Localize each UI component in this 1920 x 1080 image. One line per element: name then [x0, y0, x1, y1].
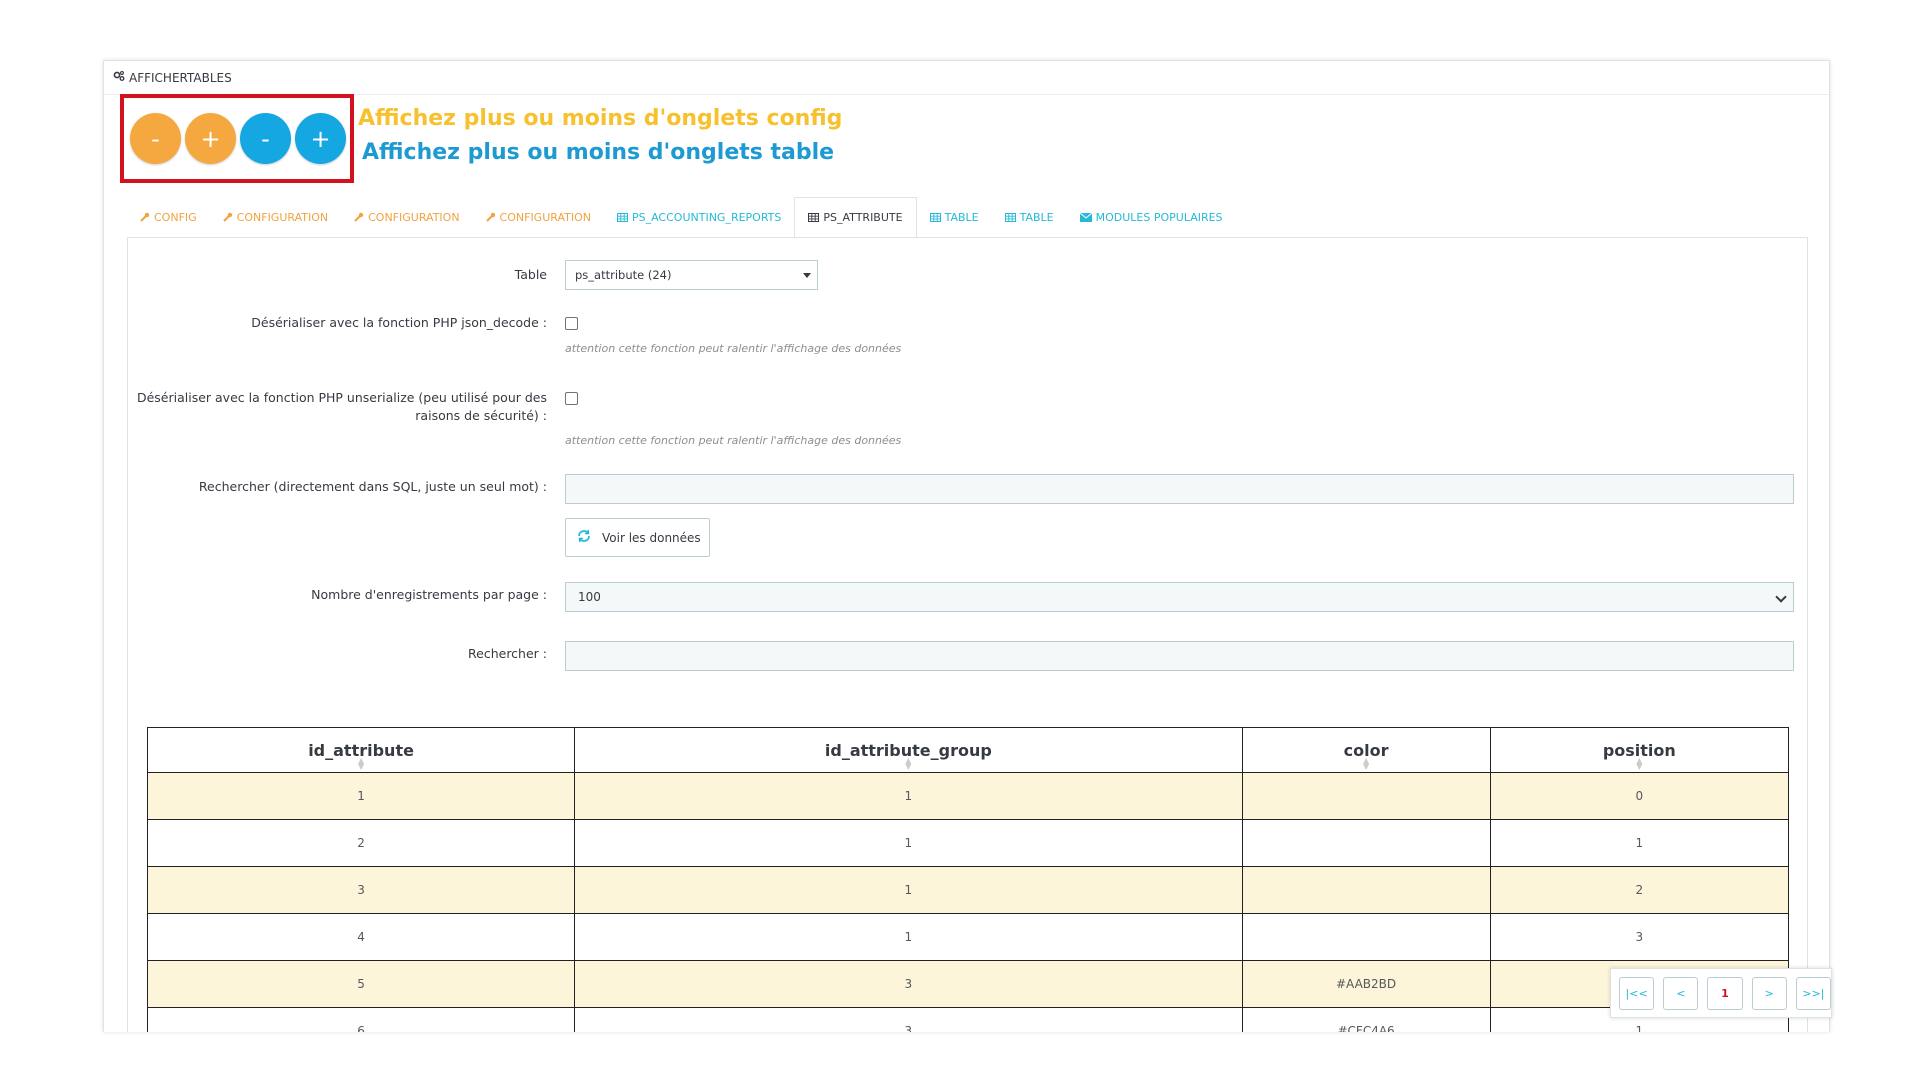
table-cell: 1 [574, 819, 1243, 867]
sort-icon: ▲ ▼ [1363, 756, 1370, 771]
table-cell [1241, 866, 1491, 914]
column-header-id-attribute-group[interactable]: id_attribute_group ▲ ▼ [574, 727, 1243, 773]
tab-ps-attribute[interactable]: PS_ATTRIBUTE [794, 197, 917, 238]
table-cell: 0 [1489, 772, 1790, 820]
table-row: 2 1 1 [146, 819, 1790, 867]
less-table-tabs-button[interactable]: - [240, 113, 291, 164]
table-cell: 3 [574, 960, 1243, 1008]
sql-search-label: Rechercher (directement dans SQL, juste … [198, 479, 547, 494]
wrench-icon [485, 212, 496, 222]
per-page-select[interactable]: 100 [565, 582, 1794, 612]
affichertables-panel: AFFICHERTABLES - + - + Affichez plus ou … [103, 60, 1830, 1032]
column-header-color[interactable]: color ▲ ▼ [1241, 727, 1491, 773]
more-table-tabs-button[interactable]: + [295, 113, 346, 164]
tab-ps-accounting-reports[interactable]: PS_ACCOUNTING_REPORTS [604, 197, 794, 237]
wrench-icon [140, 212, 150, 222]
sql-search-input[interactable] [565, 474, 1794, 504]
table-row: 3 1 2 [146, 866, 1790, 914]
wrench-icon [222, 212, 233, 222]
unserialize-label: Désérialiser avec la fonction PHP unseri… [136, 390, 547, 423]
json-decode-checkbox[interactable] [565, 317, 578, 330]
tab-bar: CONFIG CONFIGURATION CONFIGURATION CONFI… [127, 196, 1236, 238]
prev-page-button[interactable]: < [1663, 976, 1699, 1010]
table-cell: 1 [574, 866, 1243, 914]
unserialize-help: attention cette fonction peut ralentir l… [565, 434, 902, 447]
table-header-row: id_attribute ▲ ▼ id_attribute_group ▲ ▼ co… [146, 727, 1790, 773]
sort-icon: ▲ ▼ [905, 756, 912, 771]
panel-header: AFFICHERTABLES [104, 61, 1829, 95]
json-decode-help: attention cette fonction peut ralentir l… [565, 342, 902, 355]
promo-table-text: Affichez plus ou moins d'onglets table [362, 140, 835, 165]
json-decode-label: Désérialiser avec la fonction PHP json_d… [251, 315, 547, 330]
table-row: 1 1 0 [146, 772, 1790, 820]
tab-configuration-1[interactable]: CONFIGURATION [210, 197, 341, 237]
table-cell: 2 [146, 819, 576, 867]
table-row: 4 1 3 [146, 913, 1790, 961]
table-cell [1241, 772, 1491, 820]
view-data-button[interactable]: Voir les données [565, 518, 710, 557]
tab-table-2[interactable]: TABLE [992, 197, 1067, 237]
tab-count-controls: - + - + [120, 94, 354, 183]
table-cell: 2 [1489, 866, 1790, 914]
table-cell [1241, 819, 1491, 867]
panel-title: AFFICHERTABLES [129, 70, 232, 85]
table-icon [808, 213, 820, 222]
table-icon [1004, 212, 1016, 222]
more-config-tabs-button[interactable]: + [185, 113, 236, 164]
column-header-id-attribute[interactable]: id_attribute ▲ ▼ [146, 727, 576, 773]
gears-icon [113, 70, 129, 85]
table-cell: 1 [146, 772, 576, 820]
first-page-button[interactable]: |<< [1619, 976, 1655, 1010]
table-cell: 3 [1489, 913, 1790, 961]
search-input[interactable] [565, 641, 1794, 671]
search-label: Rechercher : [468, 646, 547, 661]
column-header-position[interactable]: position ▲ ▼ [1489, 727, 1790, 773]
table-cell: 6 [146, 1007, 576, 1032]
next-page-button[interactable]: > [1751, 976, 1787, 1010]
tab-table-1[interactable]: TABLE [917, 197, 992, 237]
table-cell [1241, 913, 1491, 961]
wrench-icon [354, 212, 364, 222]
sort-icon: ▲ ▼ [357, 756, 365, 771]
table-cell: 1 [1489, 819, 1790, 867]
table-icon [616, 212, 628, 222]
pagination: |<< < 1 > >>| [1610, 968, 1832, 1018]
table-select[interactable]: ps_attribute (24) [565, 260, 818, 290]
table-cell: 5 [146, 960, 576, 1008]
envelope-icon [1079, 212, 1092, 222]
tab-content: Table ps_attribute (24) Désérialiser ave… [127, 237, 1808, 1032]
tab-configuration-3[interactable]: CONFIGURATION [473, 197, 604, 237]
table-row: 5 3 #AAB2BD 0 [146, 960, 1790, 1008]
unserialize-checkbox[interactable] [565, 392, 578, 405]
current-page-button[interactable]: 1 [1707, 976, 1743, 1010]
table-cell: #AAB2BD [1241, 960, 1491, 1008]
table-cell: #CFC4A6 [1241, 1007, 1491, 1032]
table-row: 6 3 #CFC4A6 1 [146, 1007, 1790, 1032]
last-page-button[interactable]: >>| [1795, 976, 1832, 1010]
tab-modules-populaires[interactable]: MODULES POPULAIRES [1067, 197, 1236, 237]
refresh-icon [576, 529, 592, 546]
table-select-label: Table [514, 267, 547, 282]
tab-config[interactable]: CONFIG [127, 197, 210, 237]
table-cell: 1 [574, 913, 1243, 961]
table-cell: 1 [574, 772, 1243, 820]
promo-config-text: Affichez plus ou moins d'onglets config [358, 106, 843, 131]
less-config-tabs-button[interactable]: - [130, 113, 181, 164]
tab-configuration-2[interactable]: CONFIGURATION [341, 197, 472, 237]
chevron-down-icon [1775, 591, 1787, 603]
sort-icon: ▲ ▼ [1636, 756, 1643, 771]
per-page-label: Nombre d'enregistrements par page : [311, 587, 547, 602]
data-table: id_attribute ▲ ▼ id_attribute_group ▲ ▼ co… [146, 727, 1790, 1032]
table-cell: 3 [574, 1007, 1243, 1032]
table-cell: 3 [146, 866, 576, 914]
caret-down-icon [803, 273, 811, 278]
table-cell: 4 [146, 913, 576, 961]
table-icon [929, 212, 941, 222]
